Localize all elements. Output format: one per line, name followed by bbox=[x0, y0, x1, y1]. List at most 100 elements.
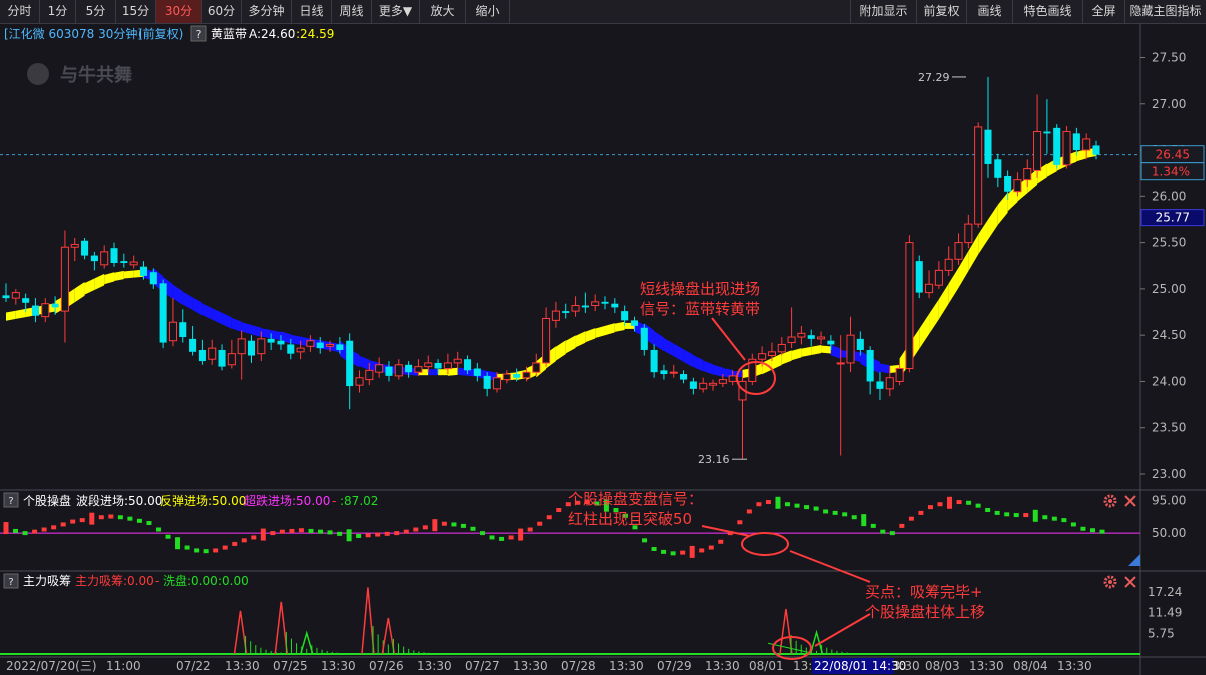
candle-body-down bbox=[473, 368, 481, 376]
sub1-bar bbox=[60, 522, 66, 527]
candle-body-down bbox=[630, 320, 639, 326]
price-tick-label: 27.00 bbox=[1152, 97, 1186, 111]
period-toolbar: 分时 1分 5分 15分 30分 60分 多分钟 日线 周线 更多▼ 放大 缩小 隐藏主图指标 全屏 特色画… bbox=[0, 0, 1206, 24]
annotation-change-signal-1: 个股操盘变盘信号： bbox=[568, 490, 703, 508]
blue-band-segment bbox=[231, 317, 242, 333]
sub1-bar bbox=[375, 532, 381, 537]
candle-body-down bbox=[827, 340, 835, 345]
candle-body-down bbox=[611, 303, 619, 308]
sub1-bar bbox=[765, 500, 771, 505]
sub1-bar bbox=[403, 529, 409, 534]
sub1-bar bbox=[155, 527, 161, 532]
sub1-bar bbox=[346, 529, 352, 542]
toolbar-right-button-3[interactable]: 特色画线 bbox=[1012, 0, 1082, 23]
period-button-0[interactable]: 分时 bbox=[0, 0, 40, 23]
candle-body-up bbox=[1013, 179, 1022, 193]
toolbar-right-button-2[interactable]: 画线 bbox=[966, 0, 1012, 23]
time-axis-label: 13:30 bbox=[225, 659, 260, 673]
candle-body-up bbox=[817, 336, 826, 340]
candle-body-down bbox=[287, 344, 295, 354]
blue-band-segment bbox=[202, 303, 213, 320]
toolbar-right-button-1[interactable]: 前复权 bbox=[916, 0, 966, 23]
sub1-close-icon bbox=[1124, 495, 1136, 507]
period-button-8[interactable]: 周线 bbox=[332, 0, 372, 23]
toolbar-right-button-0[interactable]: 附加显示 bbox=[850, 0, 916, 23]
yellow-band-segment bbox=[114, 270, 124, 281]
sub1-indicator-name: 个股操盘 bbox=[23, 493, 71, 508]
period-button-5[interactable]: 60分 bbox=[202, 0, 242, 23]
period-button-1[interactable]: 1分 bbox=[40, 0, 76, 23]
period-button-10[interactable]: 放大 bbox=[420, 0, 466, 23]
sub1-bar bbox=[861, 514, 867, 527]
sub1-bar bbox=[70, 519, 76, 524]
sub2-wash-value: 洗盘:0.00 bbox=[163, 573, 218, 588]
period-button-9[interactable]: 更多▼ bbox=[372, 0, 420, 23]
sub1-bar bbox=[642, 538, 648, 543]
blue-band-segment bbox=[654, 331, 664, 352]
period-button-3[interactable]: 15分 bbox=[116, 0, 156, 23]
yellow-band-segment bbox=[605, 323, 615, 336]
sub1-bar bbox=[518, 528, 524, 541]
candle-body-up bbox=[728, 375, 737, 382]
yellow-band-segment bbox=[1076, 149, 1087, 162]
period-button-11[interactable]: 缩小 bbox=[466, 0, 510, 23]
candle-body-down bbox=[198, 349, 206, 362]
sub1-bar bbox=[937, 502, 943, 507]
sub2-spike bbox=[233, 610, 248, 655]
high-price-marker: 27.29 bbox=[918, 71, 950, 84]
candle-body-up bbox=[70, 243, 79, 248]
yellow-band-segment bbox=[555, 340, 566, 361]
candle-body-up bbox=[11, 292, 20, 299]
sub1-bar bbox=[298, 528, 304, 533]
candle-body-down bbox=[1043, 131, 1051, 134]
candle-body-up bbox=[375, 364, 384, 373]
time-axis-label: 13:30 bbox=[513, 659, 548, 673]
blue-band-segment bbox=[673, 343, 684, 362]
sub1-bar bbox=[899, 523, 905, 528]
toolbar-right-button-5[interactable]: 隐藏主图指标 bbox=[1124, 0, 1206, 23]
period-button-4[interactable]: 30分 bbox=[156, 0, 202, 23]
sub1-bar bbox=[108, 514, 114, 519]
candle-body-up bbox=[905, 242, 914, 369]
time-axis-label: 11:00 bbox=[106, 659, 141, 673]
candle-body-up bbox=[571, 305, 580, 312]
sub1-bar bbox=[337, 531, 343, 536]
blue-band-segment bbox=[713, 364, 723, 377]
yellow-band-segment bbox=[94, 273, 105, 291]
candle-body-up bbox=[708, 382, 718, 386]
period-button-7[interactable]: 日线 bbox=[292, 0, 332, 23]
sub1-bar bbox=[365, 533, 371, 538]
candle-body-down bbox=[621, 311, 629, 321]
sub1-bar bbox=[1042, 515, 1048, 520]
sub1-annotation-circle bbox=[741, 532, 789, 556]
current-price-label: 26.45 bbox=[1156, 148, 1190, 162]
sub1-bar bbox=[1089, 528, 1095, 533]
candle-body-down bbox=[660, 370, 668, 375]
sub1-bar bbox=[784, 502, 790, 507]
candle-body-down bbox=[915, 261, 923, 293]
candle-body-down bbox=[984, 129, 992, 164]
sub1-bar bbox=[1032, 509, 1038, 522]
price-tick-label: 27.50 bbox=[1152, 51, 1186, 65]
sub1-bar bbox=[117, 515, 123, 520]
sub2-current-value: :0.00 bbox=[218, 574, 249, 588]
yellow-band-segment bbox=[801, 346, 812, 357]
annotation-buy-point-1: 买点：吸筹完毕+ bbox=[865, 583, 983, 601]
sub1-bar bbox=[422, 525, 428, 530]
candle-body-up bbox=[718, 379, 727, 384]
sub1-bar bbox=[804, 505, 810, 510]
period-button-2[interactable]: 5分 bbox=[76, 0, 116, 23]
time-axis-label: 2022/07/20(三) bbox=[6, 659, 97, 673]
toolbar-right-button-4[interactable]: 全屏 bbox=[1082, 0, 1124, 23]
watermark-logo: 与牛共舞 bbox=[60, 64, 132, 86]
sub1-bar bbox=[451, 522, 457, 527]
candle-body-down bbox=[120, 261, 128, 263]
sub2-spike bbox=[274, 601, 289, 655]
sub1-bar bbox=[708, 545, 714, 550]
period-button-6[interactable]: 多分钟 bbox=[242, 0, 292, 23]
band-value-label: 25.77 bbox=[1156, 211, 1190, 225]
yellow-band-segment bbox=[987, 204, 998, 240]
blue-band-segment bbox=[251, 324, 262, 338]
candle-body-down bbox=[856, 338, 864, 350]
sub1-bar bbox=[432, 519, 438, 532]
